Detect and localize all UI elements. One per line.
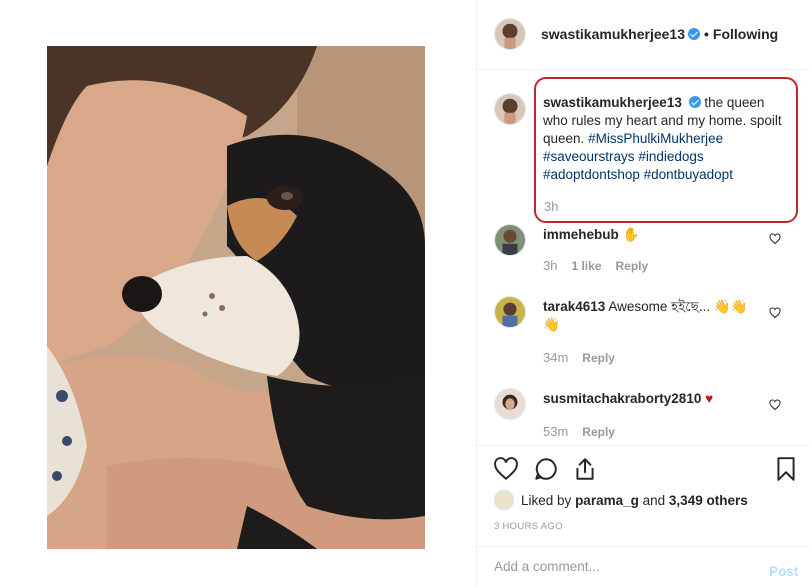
liked-by-joiner: and	[642, 493, 666, 508]
post-timestamp: 3 HOURS AGO	[494, 521, 563, 532]
caption-time: 3h	[544, 199, 559, 214]
like-comment-heart-icon[interactable]	[769, 233, 781, 245]
post-photo[interactable]	[47, 46, 425, 549]
following-button[interactable]: Following	[713, 26, 778, 42]
comment-body: ✋	[622, 227, 640, 242]
hashtag-link[interactable]: #indiedogs	[638, 149, 703, 164]
action-bar: Liked by parama_g and 3,349 others 3 HOU…	[477, 445, 809, 545]
likes-count[interactable]: 3,349 others	[669, 493, 748, 508]
comment-body: ♥	[705, 391, 714, 406]
like-comment-heart-icon[interactable]	[769, 307, 781, 319]
header-avatar[interactable]	[494, 18, 526, 50]
comment-likes[interactable]: 1 like	[571, 259, 601, 273]
like-comment-heart-icon[interactable]	[769, 399, 781, 411]
verified-icon	[687, 28, 700, 40]
reply-button[interactable]: Reply	[582, 351, 615, 365]
comment-username[interactable]: immehebub	[543, 227, 619, 242]
hashtag-link[interactable]: #MissPhulkiMukherjee	[588, 131, 723, 146]
comment-username[interactable]: tarak4613	[543, 299, 605, 314]
reply-button[interactable]: Reply	[582, 425, 615, 439]
separator-dot: •	[703, 26, 709, 42]
header-username[interactable]: swastikamukherjee13	[541, 26, 685, 42]
caption-username[interactable]: swastikamukherjee13	[543, 95, 682, 110]
caption-avatar[interactable]	[494, 93, 526, 125]
liked-by-prefix: Liked by	[521, 493, 572, 508]
post-button[interactable]: Post	[769, 564, 798, 579]
photo-panel	[0, 0, 476, 586]
comment-avatar[interactable]	[494, 388, 526, 420]
comment-time: 3h	[543, 258, 558, 273]
comment-avatar[interactable]	[494, 296, 526, 328]
liker-username[interactable]: parama_g	[575, 493, 639, 508]
comment-username[interactable]: susmitachakraborty2810	[543, 391, 701, 406]
comment-avatar[interactable]	[494, 224, 526, 256]
liker-avatar[interactable]	[494, 490, 514, 510]
caption-text: swastikamukherjee13 the queen who rules …	[543, 94, 783, 184]
verified-icon	[688, 96, 701, 108]
like-heart-icon[interactable]	[493, 456, 519, 482]
hashtag-link[interactable]: #adoptdontshop	[543, 167, 640, 182]
reply-button[interactable]: Reply	[616, 259, 649, 273]
post-sidebar: swastikamukherjee13 • Following swastikamu…	[476, 0, 809, 586]
comment-input[interactable]	[494, 559, 734, 574]
add-comment-bar: Post	[477, 546, 809, 586]
hashtag-link[interactable]: #dontbuyadopt	[644, 167, 733, 182]
share-icon[interactable]	[572, 456, 598, 482]
photo-image	[47, 46, 425, 549]
comment-bubble-icon[interactable]	[533, 456, 559, 482]
post-header: swastikamukherjee13 • Following	[477, 0, 809, 70]
hashtag-link[interactable]: #saveourstrays	[543, 149, 635, 164]
comment-time: 53m	[543, 424, 569, 439]
comment-time: 34m	[543, 350, 569, 365]
bookmark-icon[interactable]	[773, 456, 799, 482]
likes-summary: Liked by parama_g and 3,349 others	[494, 490, 748, 510]
